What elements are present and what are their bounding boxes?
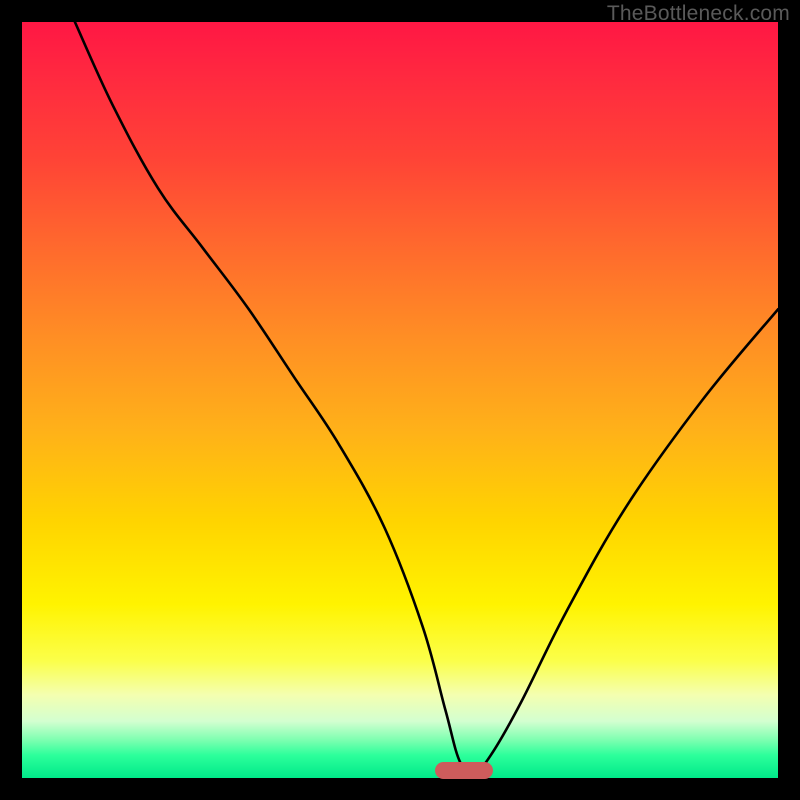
chart-frame: TheBottleneck.com [0, 0, 800, 800]
bottleneck-curve [22, 22, 778, 778]
watermark-text: TheBottleneck.com [607, 2, 790, 26]
optimal-marker [435, 762, 493, 779]
chart-plot-area [22, 22, 778, 778]
